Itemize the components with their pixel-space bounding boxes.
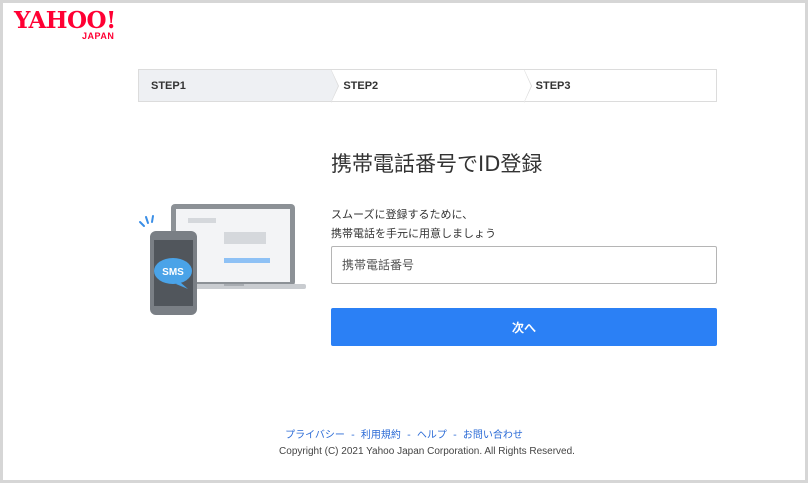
- step-1: STEP1: [139, 69, 340, 103]
- page-title: 携帯電話番号でID登録: [331, 152, 543, 176]
- footer-links: プライバシー - 利用規約 - ヘルプ - お問い合わせ: [0, 426, 808, 441]
- footer-link-terms[interactable]: 利用規約: [361, 430, 401, 441]
- yahoo-japan-logo[interactable]: YAHOO! JAPAN: [14, 8, 134, 42]
- footer-link-contact[interactable]: お問い合わせ: [463, 430, 523, 441]
- step-1-label: STEP1: [151, 79, 186, 92]
- description: スムーズに登録するために、 携帯電話を手元に用意しましょう: [331, 205, 711, 243]
- footer-separator: -: [407, 430, 411, 441]
- description-line-1: スムーズに登録するために、: [331, 208, 474, 221]
- signal-icon: [139, 215, 154, 227]
- step-2: STEP2: [331, 69, 532, 103]
- footer-link-privacy[interactable]: プライバシー: [285, 430, 345, 441]
- step-3: STEP3: [524, 70, 716, 101]
- footer-separator: -: [351, 430, 355, 441]
- copyright-text: Copyright (C) 2021 Yahoo Japan Corporati…: [279, 446, 575, 457]
- phone-number-input[interactable]: [331, 246, 717, 284]
- description-line-2: 携帯電話を手元に用意しましょう: [331, 227, 496, 240]
- footer-link-help[interactable]: ヘルプ: [417, 430, 447, 441]
- phone-laptop-illustration: SMS: [139, 204, 306, 315]
- footer-separator: -: [453, 430, 457, 441]
- step-indicator: STEP1 STEP2 STEP3: [138, 69, 717, 103]
- next-button[interactable]: 次へ: [331, 308, 717, 346]
- logo-sub-text: JAPAN: [82, 31, 115, 41]
- sms-badge-label: SMS: [162, 267, 184, 278]
- step-2-label: STEP2: [343, 79, 379, 92]
- step-3-label: STEP3: [535, 79, 571, 92]
